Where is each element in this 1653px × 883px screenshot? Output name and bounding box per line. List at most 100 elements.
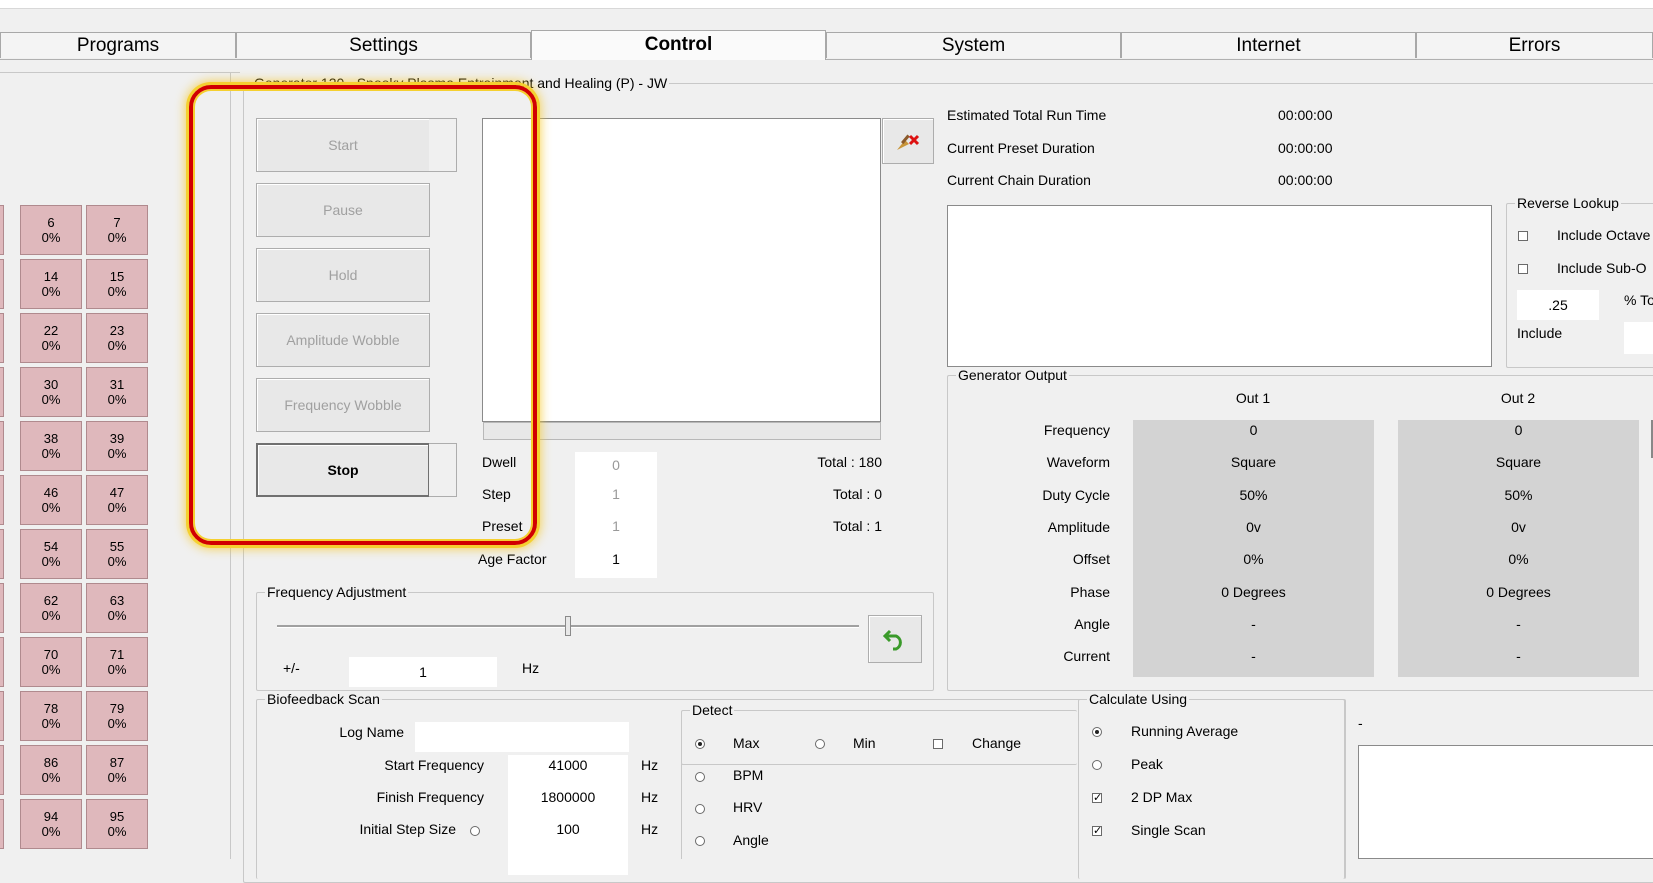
preset-cell-percent: 0% [41, 608, 61, 623]
preset-cell[interactable]: 55 0% [86, 529, 148, 579]
tab-settings[interactable]: Settings [236, 32, 531, 58]
frequency-slider-thumb[interactable] [565, 616, 571, 636]
preset-cell[interactable]: 14 0% [20, 259, 82, 309]
preset-cell[interactable]: 63 0% [86, 583, 148, 633]
peak-radio[interactable] [1092, 760, 1102, 770]
preset-cell[interactable]: 7 0% [86, 205, 148, 255]
tab-control[interactable]: Control [531, 30, 826, 60]
preset-cell-partial[interactable] [0, 745, 4, 795]
preset-cell-number: 63 [109, 593, 125, 608]
stop-button[interactable]: Stop [256, 443, 430, 497]
chain-duration-label: Current Chain Duration [947, 172, 1091, 188]
preset-grid: 6 0% 7 0% 14 0% 15 0% 22 0% 23 0% 30 0% 31 0% 38 0% 39 0% 46… [0, 205, 152, 859]
preset-cell[interactable]: 54 0% [20, 529, 82, 579]
preset-cell-partial[interactable] [0, 799, 4, 849]
include-input[interactable] [1624, 322, 1653, 354]
preset-cell[interactable]: 30 0% [20, 367, 82, 417]
include-sub-checkbox[interactable] [1518, 264, 1528, 274]
preset-cell-percent: 0% [41, 554, 61, 569]
preset-cell[interactable]: 39 0% [86, 421, 148, 471]
tab-internet[interactable]: Internet [1121, 32, 1416, 58]
preset-cell-percent: 0% [41, 824, 61, 839]
preset-cell[interactable]: 79 0% [86, 691, 148, 741]
preset-cell-number: 95 [109, 809, 125, 824]
include-octave-checkbox[interactable] [1518, 231, 1528, 241]
preset-cell[interactable]: 86 0% [20, 745, 82, 795]
preset-cell-partial[interactable] [0, 313, 4, 363]
preset-cell[interactable]: 6 0% [20, 205, 82, 255]
preset-cell[interactable]: 22 0% [20, 313, 82, 363]
start-frequency-input[interactable]: 41000 [508, 757, 628, 773]
reset-frequency-button[interactable] [868, 615, 922, 663]
preset-cell[interactable]: 94 0% [20, 799, 82, 849]
lookup-results-box[interactable] [947, 205, 1492, 367]
preset-cell[interactable]: 47 0% [86, 475, 148, 525]
preset-cell-partial[interactable] [0, 367, 4, 417]
dp-max-checkbox[interactable]: ✓ [1092, 793, 1102, 804]
preset-cell-partial[interactable] [0, 691, 4, 741]
detect-hrv-radio[interactable] [695, 804, 705, 814]
age-factor-input[interactable]: 1 [575, 542, 657, 578]
detect-angle-radio[interactable] [695, 836, 705, 846]
dwell-total: Total : 180 [817, 454, 882, 470]
initial-step-radio[interactable] [470, 826, 480, 836]
preset-cell[interactable]: 78 0% [20, 691, 82, 741]
start-dropdown[interactable] [429, 118, 457, 172]
preset-cell[interactable]: 71 0% [86, 637, 148, 687]
tab-system[interactable]: System [826, 32, 1121, 58]
preset-cell[interactable]: 95 0% [86, 799, 148, 849]
detect-min-radio[interactable] [815, 739, 825, 749]
preset-cell-partial[interactable] [0, 529, 4, 579]
preset-cell-partial[interactable] [0, 637, 4, 687]
stop-dropdown[interactable] [429, 443, 457, 497]
out1-value: 50% [1239, 486, 1268, 503]
preset-cell[interactable]: 31 0% [86, 367, 148, 417]
preset-cell[interactable]: 87 0% [86, 745, 148, 795]
clear-list-button[interactable] [882, 118, 934, 164]
out2-value: - [1516, 648, 1521, 665]
preset-cell-partial[interactable] [0, 583, 4, 633]
running-average-radio[interactable] [1092, 727, 1102, 737]
tolerance-input[interactable]: .25 [1517, 290, 1599, 320]
output-row-label: Angle [1074, 615, 1110, 632]
finish-frequency-input[interactable]: 1800000 [508, 789, 628, 805]
scan-values-column [508, 755, 628, 875]
frequency-adjust-input[interactable]: 1 [349, 657, 497, 687]
calculate-title: Calculate Using [1087, 691, 1190, 707]
single-scan-checkbox[interactable]: ✓ [1092, 826, 1102, 837]
preset-cell-partial[interactable] [0, 475, 4, 525]
preset-cell[interactable]: 46 0% [20, 475, 82, 525]
preset-cell-number: 71 [109, 647, 125, 662]
pause-button[interactable]: Pause [256, 183, 430, 237]
output-row-label: Amplitude [1047, 518, 1110, 535]
output-row-label: Waveform [1046, 454, 1110, 471]
out1-value: 0v [1246, 518, 1261, 535]
preset-cell-number: 14 [43, 269, 59, 284]
tab-programs[interactable]: Programs [0, 32, 236, 58]
initial-step-input[interactable]: 100 [508, 821, 628, 837]
hold-button[interactable]: Hold [256, 248, 430, 302]
tab-errors[interactable]: Errors [1416, 32, 1653, 58]
program-list[interactable] [482, 118, 881, 422]
divider [230, 73, 231, 859]
amplitude-wobble-button[interactable]: Amplitude Wobble [256, 313, 430, 367]
preset-cell-partial[interactable] [0, 421, 4, 471]
output-row-label: Current [1063, 648, 1110, 665]
preset-cell-partial[interactable] [0, 259, 4, 309]
detect-max-label: Max [733, 735, 760, 751]
preset-cell[interactable]: 38 0% [20, 421, 82, 471]
preset-cell-partial[interactable] [0, 205, 4, 255]
preset-cell[interactable]: 62 0% [20, 583, 82, 633]
preset-cell[interactable]: 15 0% [86, 259, 148, 309]
preset-cell[interactable]: 70 0% [20, 637, 82, 687]
detect-change-checkbox[interactable] [933, 739, 943, 749]
detect-max-radio[interactable] [695, 739, 705, 749]
generator-output-title: Generator Output [956, 367, 1069, 383]
log-name-input[interactable] [415, 722, 629, 752]
detect-bpm-radio[interactable] [695, 772, 705, 782]
start-button[interactable]: Start [256, 118, 430, 172]
frequency-wobble-button[interactable]: Frequency Wobble [256, 378, 430, 432]
divider [681, 764, 682, 859]
preset-cell[interactable]: 23 0% [86, 313, 148, 363]
chain-duration-value: 00:00:00 [1278, 172, 1333, 188]
